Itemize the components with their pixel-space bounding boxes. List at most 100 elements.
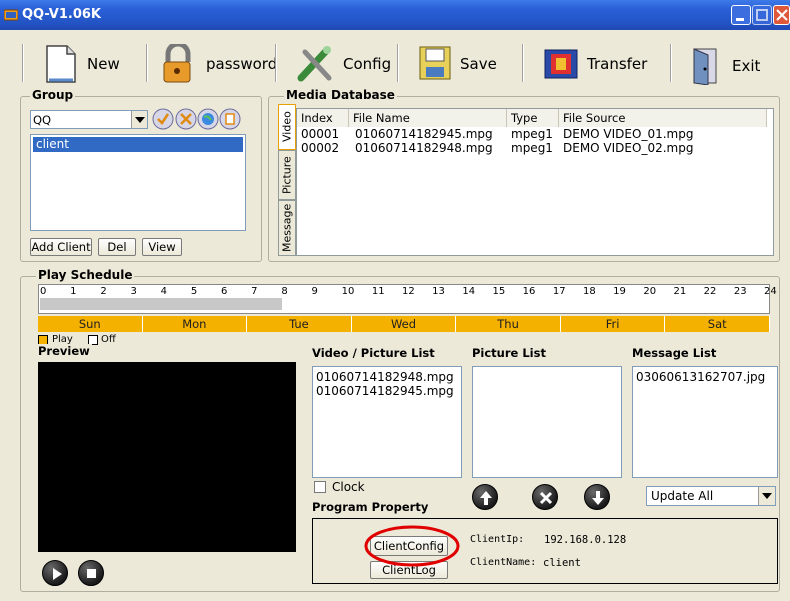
save-button[interactable]: Save <box>418 42 497 86</box>
title-bar[interactable] <box>0 0 790 30</box>
clock-label: Clock <box>332 480 365 494</box>
hour-tick-label: 12 <box>402 286 415 297</box>
tab-video[interactable]: Video <box>278 104 296 150</box>
row-file-name: 01060714182945.mpg <box>355 127 493 141</box>
hour-tick-label: 7 <box>251 286 258 297</box>
column-header-file-name[interactable]: File Name <box>349 109 507 127</box>
play-button[interactable] <box>42 560 68 586</box>
column-header-file-source[interactable]: File Source <box>559 109 767 127</box>
new-label: New <box>87 55 120 73</box>
schedule-day-wed[interactable]: Wed <box>351 316 457 332</box>
row-index: 00002 <box>301 141 340 155</box>
toolbar-separator <box>522 44 524 82</box>
hour-tick-label: 16 <box>522 286 536 297</box>
table-row[interactable]: 00002 01060714182948.mpg mpeg1 DEMO VIDE… <box>297 141 773 155</box>
hour-tick-label: 9 <box>311 286 318 297</box>
hour-tick-label: 4 <box>160 286 168 297</box>
new-button[interactable]: New <box>43 42 120 86</box>
save-label: Save <box>460 55 497 73</box>
column-header-index[interactable]: Index <box>297 109 349 127</box>
transfer-button[interactable]: Transfer <box>543 42 647 86</box>
client-name-value: client <box>543 557 581 569</box>
play-schedule-title: Play Schedule <box>36 268 135 282</box>
tab-message[interactable]: Message <box>278 200 296 256</box>
hour-tick-label: 20 <box>643 286 657 297</box>
group-select[interactable]: QQ <box>30 110 148 129</box>
video-picture-list-title: Video / Picture List <box>310 346 437 360</box>
play-icon <box>53 568 62 580</box>
window-title: QQ-V1.06K <box>22 7 102 22</box>
view-button[interactable]: View <box>142 238 182 256</box>
toolbar-separator <box>275 44 277 82</box>
transfer-label: Transfer <box>587 55 648 73</box>
save-icon <box>419 46 451 80</box>
column-header-type[interactable]: Type <box>507 109 559 127</box>
maximize-icon <box>756 9 768 21</box>
group-title: Group <box>30 88 76 102</box>
media-database-title: Media Database <box>284 88 397 102</box>
exit-door-icon <box>693 48 717 85</box>
remove-button[interactable] <box>532 484 558 510</box>
picture-list[interactable] <box>472 366 622 478</box>
remove-x-icon <box>539 491 553 505</box>
close-icon <box>776 9 788 21</box>
message-list-title: Message List <box>630 346 719 360</box>
add-client-button[interactable]: Add Client <box>30 238 92 256</box>
hour-tick-label: 15 <box>492 286 506 297</box>
config-tools-icon <box>297 46 332 82</box>
hour-tick-label: 18 <box>583 286 596 297</box>
globe-icon[interactable] <box>197 108 219 130</box>
hour-tick-label: 14 <box>462 286 476 297</box>
message-list[interactable]: 03060613162707.jpg <box>632 366 778 478</box>
chevron-down-icon[interactable] <box>131 111 147 128</box>
password-button[interactable]: password <box>160 42 277 86</box>
schedule-day-mon[interactable]: Mon <box>142 316 248 332</box>
stop-button[interactable] <box>78 560 104 586</box>
arrow-down-icon <box>592 491 604 505</box>
schedule-day-sun[interactable]: Sun <box>38 316 143 332</box>
list-item[interactable]: 01060714182945.mpg <box>316 384 458 398</box>
minimize-button[interactable] <box>731 5 751 25</box>
hour-tick-label: 6 <box>221 286 228 297</box>
config-label: Config <box>343 55 392 73</box>
hour-tick-label: 2 <box>100 286 107 297</box>
move-up-button[interactable] <box>472 484 498 510</box>
new-document-icon <box>46 45 76 83</box>
schedule-day-tue[interactable]: Tue <box>247 316 352 332</box>
update-select[interactable]: Update All <box>646 486 776 506</box>
exit-label: Exit <box>732 57 761 75</box>
exit-button[interactable]: Exit <box>690 44 760 88</box>
update-select-value: Update All <box>651 489 714 503</box>
chevron-down-icon[interactable] <box>758 487 775 505</box>
clock-checkbox[interactable] <box>314 481 326 493</box>
schedule-day-sat[interactable]: Sat <box>665 316 770 332</box>
table-row[interactable]: 00001 01060714182945.mpg mpeg1 DEMO VIDE… <box>297 127 773 141</box>
padlock-icon <box>163 44 191 83</box>
list-item[interactable]: 01060714182948.mpg <box>316 370 458 384</box>
close-button[interactable] <box>773 5 790 25</box>
media-table: Index File Name Type File Source 00001 0… <box>296 108 774 256</box>
schedule-day-fri[interactable]: Fri <box>560 316 666 332</box>
maximize-button[interactable] <box>752 5 772 25</box>
document-icon[interactable] <box>219 108 241 130</box>
hour-tick-label: 13 <box>432 286 445 297</box>
tab-picture[interactable]: Picture <box>278 150 296 200</box>
hour-tick-label: 22 <box>703 286 717 297</box>
client-list[interactable]: client <box>30 134 246 231</box>
schedule-day-thu[interactable]: Thu <box>456 316 561 332</box>
move-down-button[interactable] <box>584 484 610 510</box>
hour-tick-label: 19 <box>613 286 626 297</box>
row-type: mpeg1 <box>511 127 553 141</box>
del-button[interactable]: Del <box>98 238 136 256</box>
client-list-item[interactable]: client <box>33 137 243 152</box>
preview-screen <box>38 362 296 552</box>
list-item[interactable]: 03060613162707.jpg <box>636 370 774 384</box>
off-legend-label: Off <box>101 334 116 345</box>
confirm-icon[interactable] <box>152 108 174 130</box>
hour-ruler-track[interactable] <box>40 298 282 310</box>
row-file-source: DEMO VIDEO_02.mpg <box>563 141 694 155</box>
hour-tick-label: 1 <box>70 286 77 297</box>
video-picture-list[interactable]: 01060714182948.mpg 01060714182945.mpg <box>312 366 462 478</box>
delete-icon[interactable] <box>175 108 197 130</box>
config-button[interactable]: Config <box>297 42 391 86</box>
